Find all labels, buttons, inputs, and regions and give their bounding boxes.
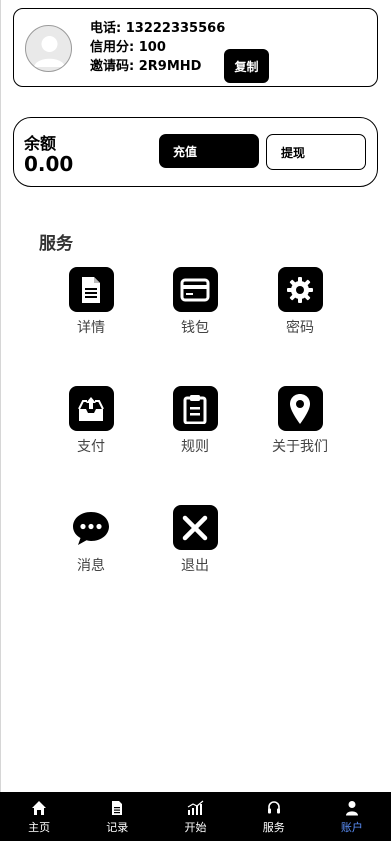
nav-item-home[interactable]: 主页 (0, 792, 78, 841)
recharge-button[interactable]: 充值 (159, 134, 259, 168)
record-icon (112, 801, 123, 815)
close-icon (172, 505, 218, 550)
service-pay[interactable]: 支付 (46, 386, 136, 456)
profile-card: 电话: 13222335566 信用分: 100 邀请码: 2R9MHD 复制 (13, 8, 378, 87)
nav-label: 账户 (340, 821, 363, 834)
chat-bubble-icon (68, 505, 114, 550)
balance-value: 0.00 (24, 152, 74, 176)
service-label: 钱包 (181, 320, 209, 336)
bottom-nav: 主页 记录 开始 服务 账户 (0, 792, 391, 841)
gear-icon (277, 267, 323, 312)
service-label: 消息 (77, 558, 105, 574)
headset-icon (267, 801, 280, 814)
service-label: 详情 (77, 320, 105, 336)
service-label: 关于我们 (272, 439, 328, 455)
credit-value: 100 (138, 40, 166, 55)
nav-label: 开始 (184, 821, 207, 834)
nav-item-service[interactable]: 服务 (235, 792, 313, 841)
service-label: 支付 (77, 439, 105, 455)
nav-label: 主页 (28, 821, 51, 834)
service-wallet[interactable]: 钱包 (150, 267, 240, 337)
chart-icon (187, 800, 203, 815)
services-title: 服务 (39, 234, 73, 254)
nav-item-records[interactable]: 记录 (78, 792, 156, 841)
credit-line: 信用分: 100 (90, 40, 166, 56)
service-rules[interactable]: 规则 (150, 386, 240, 456)
outbox-icon (68, 386, 114, 431)
phone-label: 电话: (90, 21, 122, 36)
nav-label: 服务 (262, 821, 285, 834)
user-icon (345, 801, 358, 816)
phone-value: 13222335566 (125, 21, 226, 36)
home-icon (32, 801, 47, 815)
service-label: 密码 (286, 320, 314, 336)
location-pin-icon (277, 386, 323, 431)
phone-line: 电话: 13222335566 (90, 21, 225, 37)
document-icon (68, 267, 114, 312)
credit-label: 信用分: (90, 40, 135, 55)
invite-code: 2R9MHD (138, 59, 202, 74)
invite-line: 邀请码: 2R9MHD (90, 59, 201, 75)
balance-card: 余额 0.00 充值 提现 (13, 117, 378, 187)
user-avatar-icon (34, 36, 65, 67)
service-password[interactable]: 密码 (255, 267, 345, 337)
nav-item-start[interactable]: 开始 (156, 792, 234, 841)
copy-button[interactable]: 复制 (224, 49, 269, 83)
service-logout[interactable]: 退出 (150, 505, 240, 575)
service-details[interactable]: 详情 (46, 267, 136, 337)
clipboard-icon (172, 386, 218, 431)
wallet-icon (172, 267, 218, 312)
service-messages[interactable]: 消息 (46, 505, 136, 575)
page-border (0, 0, 1, 792)
nav-item-account[interactable]: 账户 (313, 792, 391, 841)
service-label: 规则 (181, 439, 209, 455)
nav-label: 记录 (106, 821, 129, 834)
invite-label: 邀请码: (90, 59, 135, 74)
balance-label: 余额 (24, 134, 57, 153)
withdraw-button[interactable]: 提现 (266, 134, 366, 170)
service-label: 退出 (181, 558, 209, 574)
service-about[interactable]: 关于我们 (255, 386, 345, 456)
avatar[interactable] (25, 25, 72, 72)
